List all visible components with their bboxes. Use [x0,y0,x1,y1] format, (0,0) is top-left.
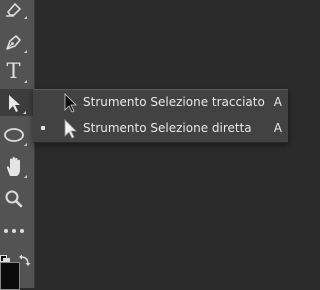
flyout-indicator [23,111,26,114]
type-icon: T [6,59,21,83]
flyout-indicator [24,143,27,146]
black-arrow-icon [61,92,79,118]
flyout-indicator [24,16,27,19]
menu-item-direct-selection[interactable]: Strumento Selezione diretta A [33,116,288,142]
zoom-tool-button[interactable] [0,185,27,212]
eraser-icon [4,0,24,18]
ellipse-tool-button[interactable] [0,121,27,148]
flyout-indicator [24,175,27,178]
more-dots-icon [3,228,25,234]
menu-item-path-selection[interactable]: Strumento Selezione tracciato A [33,90,288,116]
pen-icon [4,32,24,52]
menu-item-shortcut: A [273,121,282,135]
swap-colors-icon[interactable] [18,252,32,266]
white-arrow-icon [61,118,79,144]
path-selection-arrow-icon [4,93,24,113]
menu-item-label: Strumento Selezione diretta [83,121,252,135]
tools-panel: T [0,0,34,290]
pen-tool-button[interactable] [0,28,27,55]
hand-tool-button[interactable] [0,153,27,180]
menu-item-label: Strumento Selezione tracciato [83,95,265,109]
magnifier-icon [4,189,24,209]
eraser-tool-button[interactable] [0,0,27,21]
flyout-indicator [24,50,27,53]
menu-item-shortcut: A [273,95,282,109]
selected-bullet-icon [41,126,45,130]
path-selection-flyout-menu: Strumento Selezione tracciato A Strument… [33,89,288,143]
more-tools-button[interactable] [0,217,27,244]
type-tool-button[interactable]: T [0,58,27,85]
hand-icon [4,156,24,178]
flyout-indicator [24,80,27,83]
default-colors-icon[interactable] [0,250,10,265]
path-selection-tool-button[interactable] [0,89,33,116]
foreground-color-swatch[interactable] [0,262,20,290]
ellipse-icon [3,127,25,143]
panel-divider [34,0,35,288]
